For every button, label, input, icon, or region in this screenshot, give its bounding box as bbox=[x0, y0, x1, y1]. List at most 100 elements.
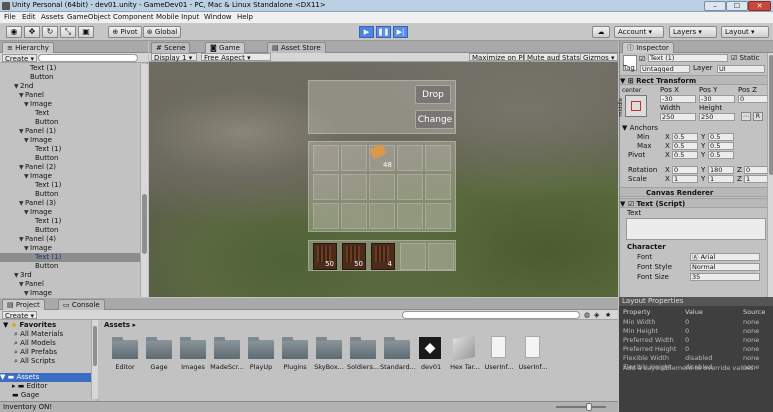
rotate-tool-icon[interactable]: ↻ bbox=[42, 26, 58, 38]
move-tool-icon[interactable]: ✥ bbox=[24, 26, 40, 38]
anchor-preset-button[interactable] bbox=[625, 95, 647, 117]
assets-root-folder[interactable]: ▼ ▬ Assets bbox=[0, 373, 92, 382]
inventory-slot[interactable] bbox=[313, 174, 339, 200]
play-button[interactable]: ▶ bbox=[359, 26, 374, 38]
pos-z-field[interactable]: 0 bbox=[738, 95, 768, 103]
close-button[interactable]: ✕ bbox=[748, 1, 771, 11]
hierarchy-item[interactable]: Button bbox=[0, 190, 140, 199]
hierarchy-item[interactable]: ▼2nd bbox=[0, 82, 140, 91]
blueprint-mode-button[interactable]: ⋯ bbox=[741, 112, 751, 121]
pause-button[interactable]: ❚❚ bbox=[376, 26, 391, 38]
favorite-star-icon[interactable]: ★ bbox=[605, 311, 611, 319]
step-button[interactable]: ▶| bbox=[393, 26, 408, 38]
project-tree-scrollbar[interactable] bbox=[91, 320, 98, 399]
account-dropdown[interactable]: Account ▾ bbox=[614, 26, 664, 38]
menu-file[interactable]: File bbox=[4, 13, 16, 21]
tab-scene[interactable]: # Scene bbox=[151, 42, 191, 53]
asset-item[interactable]: UserInf... bbox=[482, 336, 516, 376]
width-field[interactable]: 250 bbox=[660, 113, 696, 121]
layer-dropdown[interactable]: UI bbox=[717, 65, 765, 73]
inventory-slot[interactable] bbox=[369, 174, 395, 200]
inventory-slot[interactable] bbox=[425, 174, 451, 200]
asset-item[interactable]: UserInf... bbox=[516, 336, 550, 376]
rotation-y-field[interactable]: 180 bbox=[708, 166, 734, 174]
scale-y-field[interactable]: 1 bbox=[708, 175, 734, 183]
rotation-x-field[interactable]: 0 bbox=[672, 166, 698, 174]
hierarchy-item[interactable]: Button bbox=[0, 226, 140, 235]
hierarchy-item[interactable]: Text (1) bbox=[0, 181, 140, 190]
hierarchy-item[interactable]: Text (1) bbox=[0, 253, 140, 262]
hierarchy-item[interactable]: Button bbox=[0, 118, 140, 127]
inventory-slot[interactable] bbox=[341, 203, 367, 229]
hierarchy-item[interactable]: ▼Panel (3) bbox=[0, 199, 140, 208]
hierarchy-item[interactable]: ▼Panel (1) bbox=[0, 127, 140, 136]
canvas-renderer-header[interactable]: Canvas Renderer bbox=[620, 187, 768, 197]
hierarchy-item[interactable]: ▼Image bbox=[0, 244, 140, 253]
asset-item[interactable]: ◆ dev01 bbox=[414, 336, 448, 376]
icon-size-slider-handle[interactable] bbox=[586, 403, 592, 411]
hierarchy-search-input[interactable] bbox=[38, 54, 138, 62]
hierarchy-item[interactable]: ▼Panel bbox=[0, 280, 140, 289]
quickbar-slot-5[interactable] bbox=[428, 243, 454, 270]
hierarchy-item[interactable]: ▼Image bbox=[0, 136, 140, 145]
pivot-toggle[interactable]: ⊕ Pivot bbox=[108, 26, 142, 38]
scale-z-field[interactable]: 1 bbox=[744, 175, 768, 183]
text-script-header[interactable]: ▼ ☑ Text (Script) bbox=[620, 198, 768, 208]
global-toggle[interactable]: ⊛ Global bbox=[143, 26, 181, 38]
hierarchy-item[interactable]: Text bbox=[0, 109, 140, 118]
asset-item[interactable]: MadeScr... bbox=[210, 336, 244, 376]
anchor-min-y-field[interactable]: 0.5 bbox=[708, 133, 734, 141]
scale-x-field[interactable]: 1 bbox=[672, 175, 698, 183]
project-tree-scroll-thumb[interactable] bbox=[93, 326, 97, 366]
inspector-scrollbar[interactable] bbox=[767, 53, 773, 297]
anchor-max-y-field[interactable]: 0.5 bbox=[708, 142, 734, 150]
favorites-foldout[interactable]: ▼ ★ Favorites bbox=[3, 321, 97, 330]
font-style-dropdown[interactable]: Normal bbox=[690, 263, 760, 271]
asset-item[interactable]: PlayUp bbox=[244, 336, 278, 376]
project-create-dropdown[interactable]: Create ▾ bbox=[2, 311, 38, 320]
tab-game[interactable]: ◙ Game bbox=[205, 42, 245, 53]
hierarchy-item[interactable]: ▼Panel (4) bbox=[0, 235, 140, 244]
aspect-dropdown[interactable]: Free Aspect ▾ bbox=[201, 53, 271, 62]
height-field[interactable]: 250 bbox=[699, 113, 735, 121]
inventory-slot[interactable] bbox=[397, 203, 423, 229]
menu-gameobject[interactable]: GameObject bbox=[67, 13, 111, 21]
hierarchy-item[interactable]: ▼Panel bbox=[0, 91, 140, 100]
tree-folder-gage[interactable]: ▬ Gage bbox=[12, 391, 96, 400]
menu-assets[interactable]: Assets bbox=[41, 13, 64, 21]
fav-all-scripts[interactable]: ⌕ All Scripts bbox=[14, 357, 97, 366]
object-name-field[interactable]: Text (1) bbox=[648, 54, 728, 62]
anchor-max-x-field[interactable]: 0.5 bbox=[672, 142, 698, 150]
asset-item[interactable]: Editor bbox=[108, 336, 142, 376]
change-button[interactable]: Change bbox=[415, 110, 455, 129]
display-dropdown[interactable]: Display 1 ▾ bbox=[151, 53, 197, 62]
rect-transform-header[interactable]: ▼ ⊞ Rect Transform bbox=[620, 75, 768, 85]
pos-y-field[interactable]: -30 bbox=[699, 95, 735, 103]
menu-help[interactable]: Help bbox=[237, 13, 253, 21]
asset-item[interactable]: Gage bbox=[142, 336, 176, 376]
hierarchy-item[interactable]: Button bbox=[0, 262, 140, 271]
view-tool-eye-icon[interactable]: ◉ bbox=[6, 26, 22, 38]
tag-dropdown[interactable]: Untagged bbox=[640, 65, 690, 73]
fav-all-materials[interactable]: ⌕ All Materials bbox=[14, 330, 97, 339]
raw-edit-button[interactable]: R bbox=[753, 112, 763, 121]
project-search-input[interactable] bbox=[402, 311, 580, 319]
inventory-slot[interactable] bbox=[425, 203, 451, 229]
layers-dropdown[interactable]: Layers ▾ bbox=[669, 26, 717, 38]
asset-item[interactable]: Soldiers... bbox=[346, 336, 380, 376]
fav-all-prefabs[interactable]: ⌕ All Prefabs bbox=[14, 348, 97, 357]
filter-by-type-icon[interactable]: ◍ bbox=[584, 311, 590, 319]
inventory-slot[interactable] bbox=[313, 145, 339, 171]
hierarchy-scroll-thumb[interactable] bbox=[142, 194, 147, 254]
inventory-slot[interactable] bbox=[369, 203, 395, 229]
inventory-slot[interactable] bbox=[397, 174, 423, 200]
tab-hierarchy[interactable]: ≡ Hierarchy bbox=[2, 42, 54, 53]
asset-item[interactable]: Hex Tar... bbox=[448, 335, 482, 376]
asset-item[interactable]: Plugins bbox=[278, 336, 312, 376]
asset-item[interactable]: Standard... bbox=[380, 336, 416, 376]
inspector-scroll-thumb[interactable] bbox=[769, 55, 773, 175]
maximize-button[interactable]: ☐ bbox=[726, 1, 748, 11]
hierarchy-item[interactable]: Text (1) bbox=[0, 217, 140, 226]
quickbar-slot-3[interactable]: 4 bbox=[371, 243, 395, 270]
menu-component[interactable]: Component bbox=[113, 13, 154, 21]
